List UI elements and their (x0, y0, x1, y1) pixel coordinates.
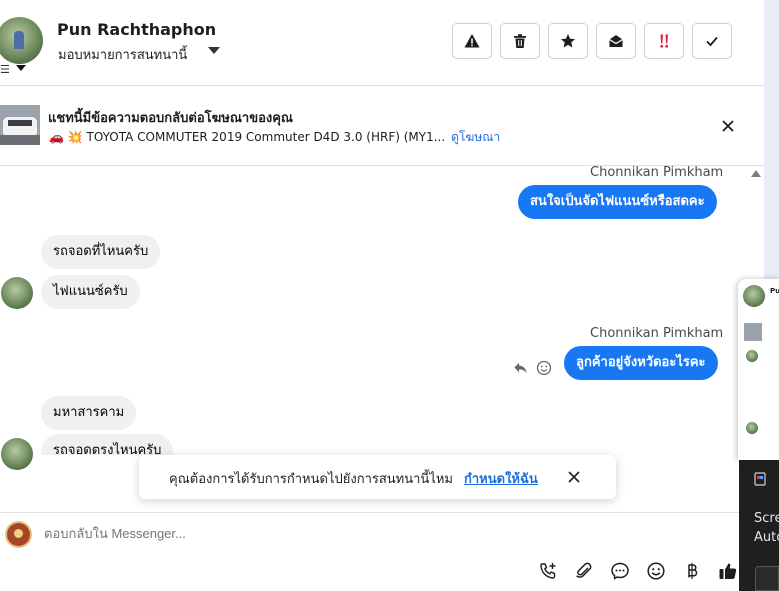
notification-title: Scre (754, 511, 779, 526)
sender-avatar[interactable] (1, 438, 33, 470)
envelope-open-icon (609, 35, 623, 47)
delete-button[interactable] (500, 23, 540, 59)
page-avatar (5, 521, 32, 548)
payment-button[interactable] (681, 560, 703, 582)
incoming-message[interactable]: มหาสารคาม (41, 396, 137, 430)
contact-name[interactable]: Pun Rachthaphon (57, 20, 216, 39)
reply-icon[interactable] (513, 360, 528, 375)
toast-message: คุณต้องการได้รับการกำหนดไปยังการสนทนานี้… (169, 472, 453, 487)
notification-thumbnail[interactable] (755, 566, 779, 591)
like-icon (719, 563, 737, 579)
assign-to-me-link[interactable]: กำหนดให้ฉัน (464, 468, 538, 489)
chevron-down-icon[interactable] (16, 65, 26, 71)
star-icon (561, 34, 575, 48)
reply-input[interactable] (44, 526, 644, 541)
warning-icon (464, 34, 480, 48)
assign-toast: คุณต้องการได้รับการกำหนดไปยังการสนทนานี้… (139, 455, 616, 499)
baht-icon (688, 563, 698, 579)
add-call-icon (540, 563, 556, 579)
emoji-button[interactable] (645, 560, 667, 582)
messenger-inbox-page: ☰ Pun Rachthaphon มอบหมายการสนทนานี้ แชท… (0, 0, 779, 591)
close-icon[interactable] (718, 116, 738, 136)
incoming-message[interactable]: รถจอดที่ไหนครับ (41, 235, 161, 269)
ad-name: 🚗 💥 TOYOTA COMMUTER 2019 Commuter D4D 3.… (49, 130, 446, 144)
like-button[interactable] (717, 560, 739, 582)
composer-actions (537, 560, 739, 582)
attach-file-button[interactable] (573, 560, 595, 582)
trash-icon (514, 34, 526, 48)
scroll-up-icon[interactable] (751, 170, 761, 177)
notification-body: Auto (754, 530, 779, 545)
outgoing-message[interactable]: สนใจเป็นจัดไฟแนนซ์หรือสดคะ (518, 185, 717, 219)
conversation-toolbar (452, 23, 732, 59)
done-button[interactable] (692, 23, 732, 59)
react-emoji-icon[interactable] (536, 360, 552, 376)
ad-banner-title: แชทนี้มีข้อความตอบกลับต่อโฆษณาของคุณ (48, 111, 293, 126)
sender-name: Chonnikan Pimkham (590, 326, 724, 341)
assign-conversation-dropdown[interactable]: มอบหมายการสนทนานี้ (58, 44, 187, 65)
saved-reply-icon (611, 562, 629, 580)
attachment-icon (576, 562, 592, 578)
warning-button[interactable] (452, 23, 492, 59)
star-button[interactable] (548, 23, 588, 59)
menu-icon[interactable]: ☰ (0, 63, 10, 76)
ad-banner-subtitle: 🚗 💥 TOYOTA COMMUTER 2019 Commuter D4D 3.… (49, 128, 500, 147)
incoming-message[interactable]: รถจอดตรงไหนครับ (41, 434, 174, 455)
preview-contact-name: Pun (770, 287, 779, 295)
add-call-button[interactable] (537, 560, 559, 582)
preview-ad-thumbnail (744, 323, 762, 341)
ad-thumbnail[interactable] (0, 105, 40, 145)
preview-sender-avatar (746, 350, 758, 362)
priority-button[interactable] (644, 23, 684, 59)
conversation-pane: ☰ Pun Rachthaphon มอบหมายการสนทนานี้ แชท… (0, 0, 764, 591)
mark-unread-button[interactable] (596, 23, 636, 59)
sender-avatar[interactable] (1, 277, 33, 309)
preview-sender-avatar (746, 422, 758, 434)
app-notification-icon (754, 472, 766, 486)
checkmark-icon (706, 36, 718, 47)
preview-avatar (743, 285, 765, 307)
double-exclamation-icon (660, 34, 669, 48)
assign-chevron-down-icon[interactable] (208, 47, 220, 54)
floating-chat-preview[interactable]: Pun (738, 279, 779, 460)
toast-close-icon[interactable] (566, 469, 582, 485)
emoji-icon (647, 562, 665, 580)
outgoing-message[interactable]: ลูกค้าอยู่จังหวัดอะไรคะ (564, 346, 718, 380)
incoming-message[interactable]: ไฟแนนซ์ครับ (41, 275, 140, 309)
sender-name: Chonnikan Pimkham (590, 165, 724, 180)
view-ad-link[interactable]: ดูโฆษณา (451, 130, 500, 144)
saved-reply-button[interactable] (609, 560, 631, 582)
